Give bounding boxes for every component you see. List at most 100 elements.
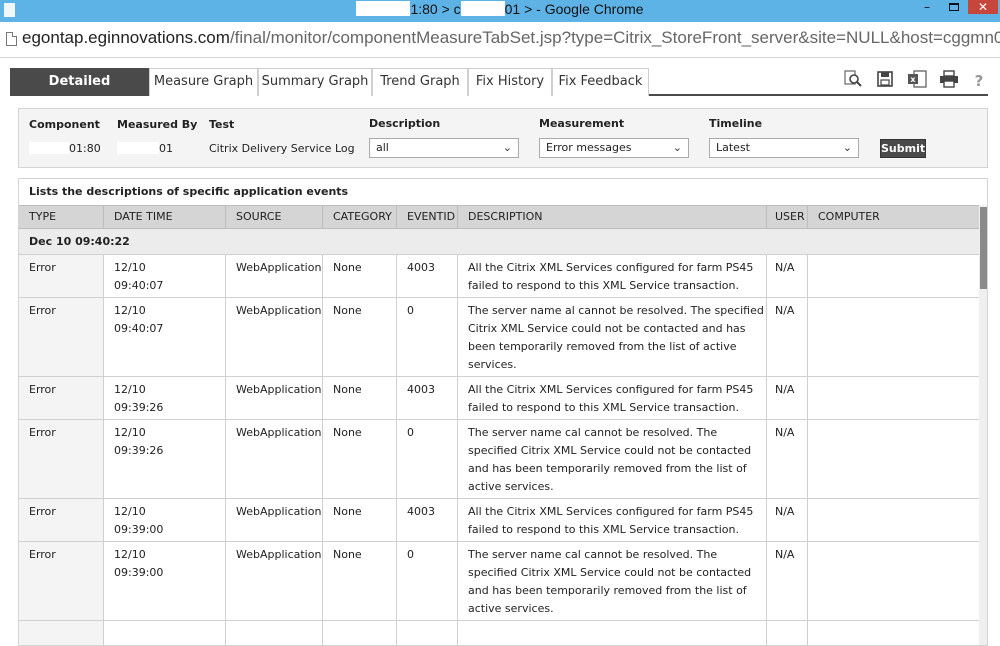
cell-eventid: 0	[397, 298, 458, 376]
cell-description: The server name al cannot be resolved. T…	[458, 298, 767, 376]
component-value-text: 01:80	[69, 142, 101, 155]
cell-user: N/A	[767, 377, 808, 419]
cell-date-time: 12/10 09:39:26	[104, 377, 226, 419]
table-row[interactable]: Error 12/10 09:39:26 WebApplication None …	[19, 377, 979, 420]
cell-computer	[808, 542, 979, 620]
table-body: Error 12/10 09:40:07 WebApplication None …	[19, 255, 979, 645]
cell-source: WebApplication	[226, 298, 323, 376]
cell-category: None	[323, 255, 397, 297]
cell-user	[767, 621, 808, 645]
timeline-select[interactable]: Latest ⌄	[709, 138, 859, 158]
minimize-button[interactable]: –	[914, 0, 940, 16]
filter-panel: Component 01:80 Measured By 01 Test Citr…	[18, 108, 988, 168]
tab-measure-graph[interactable]: Measure Graph	[149, 68, 258, 96]
table-row[interactable]: Error 12/10 09:40:07 WebApplication None …	[19, 298, 979, 377]
column-header-category[interactable]: CATEGORY	[323, 206, 397, 230]
window-title: 1:80 > c 01 > - Google Chrome	[0, 1, 1000, 17]
cell-eventid: 4003	[397, 377, 458, 419]
address-bar[interactable]: egontap.eginnovations.com/final/monitor/…	[0, 22, 1000, 58]
cell-date-time: 12/10 09:40:07	[104, 298, 226, 376]
cell-description	[458, 621, 767, 645]
cell-user: N/A	[767, 255, 808, 297]
cell-date-time	[104, 621, 226, 645]
cell-type: Error	[19, 499, 104, 541]
table-row[interactable]: Error 12/10 09:40:07 WebApplication None …	[19, 255, 979, 298]
measured-by-label: Measured By	[117, 118, 198, 131]
cell-type: Error	[19, 542, 104, 620]
column-header-description[interactable]: DESCRIPTION	[458, 206, 767, 230]
table-row[interactable]: Error 12/10 09:39:00 WebApplication None …	[19, 542, 979, 621]
tab-label: Summary Graph	[261, 74, 369, 89]
submit-button[interactable]: Submit	[880, 139, 926, 158]
cell-eventid: 0	[397, 542, 458, 620]
maximize-button[interactable]	[941, 0, 967, 16]
cell-category	[323, 621, 397, 645]
cell-type: Error	[19, 298, 104, 376]
cell-user: N/A	[767, 420, 808, 498]
cell-date: 12/10	[114, 304, 146, 317]
column-header-date-time[interactable]: DATE TIME	[104, 206, 226, 230]
measurement-selected: Error messages	[546, 141, 632, 154]
save-icon[interactable]	[874, 70, 896, 92]
cell-computer	[808, 298, 979, 376]
timeline-label: Timeline	[709, 117, 763, 130]
table-scrollbar[interactable]	[979, 205, 987, 645]
column-header-type[interactable]: TYPE	[19, 206, 104, 230]
cell-source: WebApplication	[226, 420, 323, 498]
cell-date: 12/10	[114, 548, 146, 561]
table-row[interactable]: Error 12/10 09:39:26 WebApplication None …	[19, 420, 979, 499]
column-header-user[interactable]: USER	[767, 206, 808, 230]
excel-icon[interactable]: x	[906, 70, 928, 92]
column-header-eventid[interactable]: EVENTID	[397, 206, 458, 230]
cell-date-time: 12/10 09:39:26	[104, 420, 226, 498]
cell-category: None	[323, 377, 397, 419]
table-row-partial	[19, 621, 979, 645]
results-panel: Lists the descriptions of specific appli…	[18, 178, 988, 646]
cell-eventid: 4003	[397, 255, 458, 297]
maximize-icon	[949, 3, 959, 11]
measured-by-value: 01	[117, 142, 173, 155]
page-icon	[6, 32, 17, 46]
cell-time: 09:39:00	[114, 523, 164, 536]
column-header-computer[interactable]: COMPUTER	[808, 206, 979, 230]
cell-time: 09:39:26	[114, 401, 164, 414]
table-header: TYPE DATE TIME SOURCE CATEGORY EVENTID D…	[19, 205, 979, 230]
cell-source: WebApplication	[226, 542, 323, 620]
column-header-source[interactable]: SOURCE	[226, 206, 323, 230]
tab-label: Trend Graph	[380, 74, 460, 89]
tab-summary-graph[interactable]: Summary Graph	[258, 68, 372, 96]
cell-user: N/A	[767, 298, 808, 376]
search-zoom-icon[interactable]	[842, 70, 864, 92]
svg-text:x: x	[910, 75, 916, 84]
url-host: egontap.eginnovations.com	[22, 28, 230, 47]
close-icon: ✕	[977, 0, 989, 14]
component-value: 01:80	[29, 142, 101, 155]
close-button[interactable]: ✕	[968, 0, 998, 14]
table-row[interactable]: Error 12/10 09:39:00 WebApplication None …	[19, 499, 979, 542]
description-selected: all	[376, 141, 389, 154]
cell-time: 09:39:26	[114, 444, 164, 457]
chevron-down-icon: ⌄	[842, 141, 852, 154]
print-icon[interactable]	[938, 70, 960, 92]
tab-fix-history[interactable]: Fix History	[468, 68, 552, 96]
cell-type	[19, 621, 104, 645]
cell-type: Error	[19, 255, 104, 297]
cell-eventid	[397, 621, 458, 645]
description-label: Description	[369, 117, 441, 130]
toolbar-icons: x ?	[838, 70, 988, 94]
window-title-mid: 1:80 > c	[410, 1, 461, 17]
cell-user: N/A	[767, 542, 808, 620]
cell-time: 09:40:07	[114, 279, 164, 292]
url-text[interactable]: egontap.eginnovations.com/final/monitor/…	[22, 28, 1000, 48]
cell-category: None	[323, 298, 397, 376]
tab-fix-feedback[interactable]: Fix Feedback	[552, 68, 649, 96]
measurement-select[interactable]: Error messages ⌄	[539, 138, 689, 158]
browser-title-bar: 1:80 > c 01 > - Google Chrome – ✕	[0, 0, 1000, 22]
cell-time: 09:39:00	[114, 566, 164, 579]
tab-trend-graph[interactable]: Trend Graph	[372, 68, 468, 96]
help-icon[interactable]: ?	[968, 70, 990, 92]
tab-detailed-diagnosis[interactable]: Detailed Diagnosis	[10, 68, 149, 115]
scrollbar-thumb[interactable]	[980, 207, 987, 289]
measurement-label: Measurement	[539, 117, 625, 130]
description-select[interactable]: all ⌄	[369, 138, 519, 158]
